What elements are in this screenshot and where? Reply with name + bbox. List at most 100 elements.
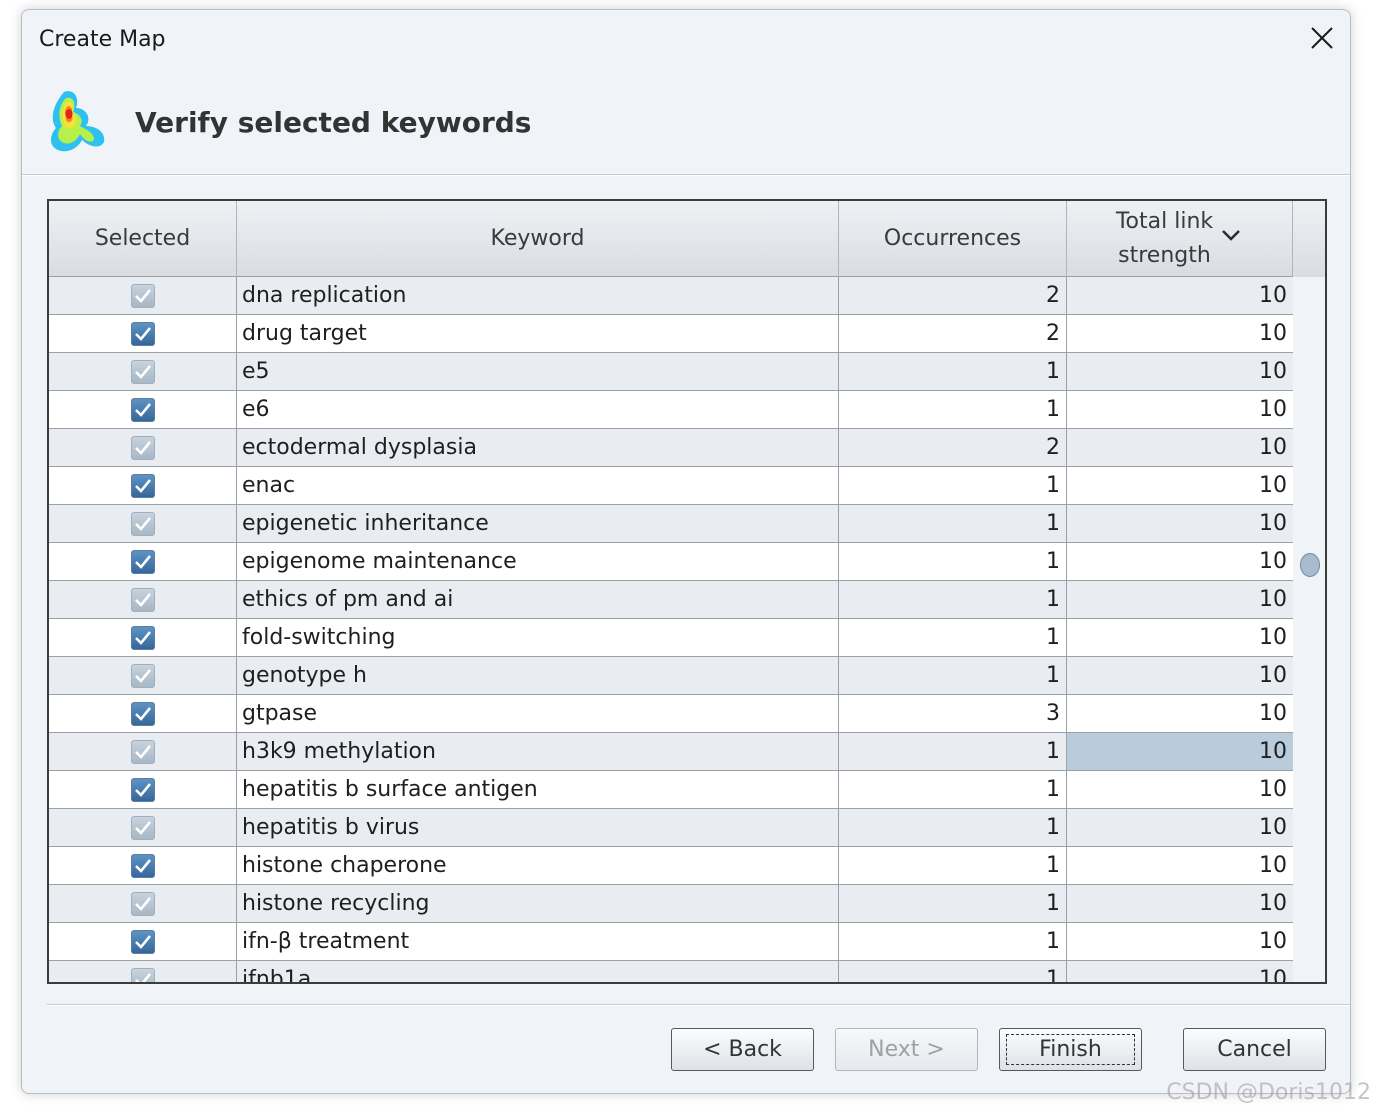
keyword-checkbox[interactable] bbox=[130, 321, 155, 346]
wizard-header: Verify selected keywords bbox=[22, 70, 1350, 174]
column-header-total-link-strength-label: Total link strength bbox=[1115, 209, 1214, 268]
keyword-checkbox[interactable] bbox=[130, 511, 155, 536]
selected-cell bbox=[49, 695, 237, 732]
back-button[interactable]: < Back bbox=[671, 1028, 814, 1071]
occurrences-cell: 1 bbox=[839, 733, 1067, 770]
cancel-button[interactable]: Cancel bbox=[1183, 1028, 1326, 1071]
keyword-cell: genotype h bbox=[237, 657, 839, 694]
keyword-checkbox[interactable] bbox=[130, 625, 155, 650]
checkmark-icon bbox=[134, 440, 151, 455]
watermark: CSDN @Doris1012 bbox=[1166, 1080, 1371, 1105]
column-header-keyword[interactable]: Keyword bbox=[237, 201, 839, 277]
table-row[interactable]: drug target 2 10 bbox=[49, 315, 1293, 353]
keyword-cell: histone recycling bbox=[237, 885, 839, 922]
selected-cell bbox=[49, 391, 237, 428]
total-link-strength-cell: 10 bbox=[1259, 891, 1287, 916]
footer-separator bbox=[47, 1004, 1350, 1006]
keyword-checkbox[interactable] bbox=[130, 815, 155, 840]
checkmark-icon bbox=[134, 592, 151, 607]
occurrences-cell: 2 bbox=[839, 429, 1067, 466]
header-corner bbox=[1293, 201, 1325, 277]
keyword-checkbox[interactable] bbox=[130, 359, 155, 384]
table-row[interactable]: ectodermal dysplasia 2 10 bbox=[49, 429, 1293, 467]
table-row[interactable]: hepatitis b surface antigen 1 10 bbox=[49, 771, 1293, 809]
vertical-scrollbar[interactable] bbox=[1293, 277, 1325, 982]
close-icon bbox=[1311, 27, 1333, 49]
table-row[interactable]: fold-switching 1 10 bbox=[49, 619, 1293, 657]
occurrences-cell: 1 bbox=[839, 391, 1067, 428]
table-row[interactable]: enac 1 10 bbox=[49, 467, 1293, 505]
keyword-checkbox[interactable] bbox=[130, 435, 155, 460]
total-link-strength-cell: 10 bbox=[1259, 549, 1287, 574]
table-row[interactable]: epigenetic inheritance 1 10 bbox=[49, 505, 1293, 543]
table-row[interactable]: hepatitis b virus 1 10 bbox=[49, 809, 1293, 847]
keywords-table: Selected Keyword Occurrences Total link … bbox=[47, 199, 1327, 984]
keyword-checkbox[interactable] bbox=[130, 549, 155, 574]
close-button[interactable] bbox=[1302, 18, 1342, 58]
keyword-checkbox[interactable] bbox=[130, 397, 155, 422]
keyword-cell: ifnb1a bbox=[237, 961, 839, 982]
keyword-cell: ectodermal dysplasia bbox=[237, 429, 839, 466]
keyword-checkbox[interactable] bbox=[130, 283, 155, 308]
checkmark-icon bbox=[134, 288, 151, 303]
occurrences-cell: 1 bbox=[839, 771, 1067, 808]
selected-cell bbox=[49, 733, 237, 770]
keyword-checkbox[interactable] bbox=[130, 929, 155, 954]
create-map-dialog: Create Map Verify selected keywords Sele… bbox=[21, 9, 1351, 1094]
table-row[interactable]: genotype h 1 10 bbox=[49, 657, 1293, 695]
total-link-strength-cell: 10 bbox=[1259, 701, 1287, 726]
column-header-selected[interactable]: Selected bbox=[49, 201, 237, 277]
keyword-checkbox[interactable] bbox=[130, 473, 155, 498]
table-row[interactable]: e5 1 10 bbox=[49, 353, 1293, 391]
window-title: Create Map bbox=[39, 27, 166, 52]
header-separator bbox=[22, 174, 1350, 176]
keyword-checkbox[interactable] bbox=[130, 739, 155, 764]
checkmark-icon bbox=[134, 554, 151, 569]
keyword-checkbox[interactable] bbox=[130, 777, 155, 802]
keyword-cell: hepatitis b virus bbox=[237, 809, 839, 846]
keyword-checkbox[interactable] bbox=[130, 701, 155, 726]
table-row[interactable]: histone recycling 1 10 bbox=[49, 885, 1293, 923]
column-header-occurrences[interactable]: Occurrences bbox=[839, 201, 1067, 277]
occurrences-cell: 1 bbox=[839, 619, 1067, 656]
occurrences-cell: 1 bbox=[839, 809, 1067, 846]
page-heading: Verify selected keywords bbox=[135, 106, 532, 139]
scrollbar-thumb[interactable] bbox=[1300, 553, 1320, 577]
keyword-checkbox[interactable] bbox=[130, 853, 155, 878]
finish-button-label: Finish bbox=[1006, 1034, 1135, 1065]
column-header-total-link-strength[interactable]: Total link strength bbox=[1067, 201, 1293, 277]
table-row[interactable]: gtpase 3 10 bbox=[49, 695, 1293, 733]
keyword-checkbox[interactable] bbox=[130, 587, 155, 612]
occurrences-cell: 1 bbox=[839, 923, 1067, 960]
occurrences-cell: 1 bbox=[839, 657, 1067, 694]
table-header: Selected Keyword Occurrences Total link … bbox=[49, 201, 1325, 277]
table-row[interactable]: ifn-β treatment 1 10 bbox=[49, 923, 1293, 961]
finish-button[interactable]: Finish bbox=[999, 1028, 1142, 1071]
checkmark-icon bbox=[134, 630, 151, 645]
table-row[interactable]: ethics of pm and ai 1 10 bbox=[49, 581, 1293, 619]
checkmark-icon bbox=[134, 668, 151, 683]
table-row[interactable]: histone chaperone 1 10 bbox=[49, 847, 1293, 885]
occurrences-cell: 2 bbox=[839, 277, 1067, 314]
checkmark-icon bbox=[134, 326, 151, 341]
selected-cell bbox=[49, 885, 237, 922]
checkmark-icon bbox=[134, 516, 151, 531]
table-row[interactable]: h3k9 methylation 1 10 bbox=[49, 733, 1293, 771]
checkmark-icon bbox=[134, 402, 151, 417]
table-row[interactable]: epigenome maintenance 1 10 bbox=[49, 543, 1293, 581]
total-link-strength-cell: 10 bbox=[1259, 511, 1287, 536]
next-button[interactable]: Next > bbox=[835, 1028, 978, 1071]
keyword-checkbox[interactable] bbox=[130, 891, 155, 916]
checkmark-icon bbox=[134, 364, 151, 379]
keyword-cell: h3k9 methylation bbox=[237, 733, 839, 770]
table-row[interactable]: dna replication 2 10 bbox=[49, 277, 1293, 315]
total-link-strength-cell: 10 bbox=[1259, 359, 1287, 384]
keyword-checkbox[interactable] bbox=[130, 663, 155, 688]
keyword-cell: epigenetic inheritance bbox=[237, 505, 839, 542]
table-row[interactable]: e6 1 10 bbox=[49, 391, 1293, 429]
total-link-strength-cell: 10 bbox=[1259, 777, 1287, 802]
keyword-cell: histone chaperone bbox=[237, 847, 839, 884]
total-link-strength-cell: 10 bbox=[1259, 473, 1287, 498]
table-row[interactable]: ifnb1a 1 10 bbox=[49, 961, 1293, 982]
keyword-checkbox[interactable] bbox=[130, 967, 155, 982]
